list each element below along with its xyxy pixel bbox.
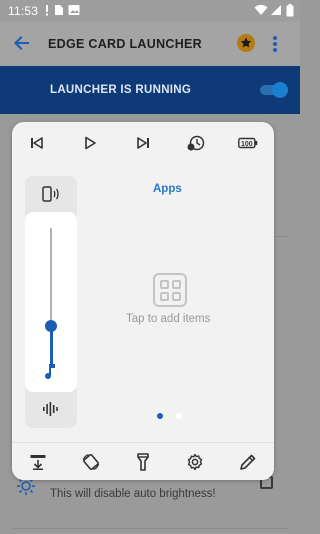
brightness-hint: This will disable auto brightness! — [50, 488, 216, 500]
star-icon — [240, 37, 252, 48]
timer-icon[interactable] — [185, 132, 207, 154]
launcher-running-bar: LAUNCHER IS RUNNING — [0, 66, 300, 114]
media-controls: 100 — [12, 122, 274, 162]
toggle-knob — [272, 82, 288, 98]
play-icon[interactable] — [79, 132, 101, 154]
download-icon[interactable] — [27, 451, 49, 473]
wifi-icon — [254, 4, 268, 19]
divider — [12, 528, 288, 529]
volume-thumb[interactable] — [45, 320, 57, 332]
alert-icon — [42, 4, 52, 19]
more-vert-icon[interactable] — [272, 34, 278, 59]
settings-icon[interactable] — [184, 451, 206, 473]
panel-actions — [12, 442, 274, 480]
sound-wave-icon[interactable] — [42, 402, 60, 421]
battery-100-icon[interactable]: 100 — [237, 132, 259, 154]
apps-title: Apps — [153, 183, 182, 195]
skip-next-icon[interactable] — [132, 132, 154, 154]
status-time: 11:53 — [8, 4, 39, 18]
rate-star-button[interactable] — [237, 34, 255, 52]
volume-slider[interactable] — [25, 212, 77, 392]
music-note-icon — [43, 362, 57, 385]
svg-text:100: 100 — [241, 141, 253, 148]
grid-cell — [160, 292, 169, 301]
page-title: EDGE CARD LAUNCHER — [48, 37, 203, 51]
image-icon — [68, 4, 80, 19]
phone-sound-icon[interactable] — [42, 186, 60, 207]
screen-rotation-icon[interactable] — [80, 451, 102, 473]
launcher-running-label: LAUNCHER IS RUNNING — [50, 84, 192, 96]
volume-panel — [25, 176, 77, 428]
launcher-toggle[interactable] — [258, 82, 288, 98]
back-arrow-icon[interactable] — [12, 33, 32, 58]
grid-cell — [160, 280, 169, 289]
app-bar: EDGE CARD LAUNCHER — [0, 22, 300, 66]
edge-panel: 100 Apps Tap to add items — [12, 122, 274, 480]
edit-icon[interactable] — [237, 451, 259, 473]
add-items-icon[interactable] — [153, 273, 187, 307]
skip-previous-icon[interactable] — [26, 132, 48, 154]
battery-icon — [286, 4, 294, 20]
grid-cell — [172, 280, 181, 289]
grid-cell — [172, 292, 181, 301]
signal-icon — [270, 4, 282, 19]
flashlight-icon[interactable] — [132, 451, 154, 473]
page-indicator-active[interactable] — [157, 413, 163, 419]
page-indicator[interactable] — [176, 413, 182, 419]
status-bar: 11:53 — [0, 0, 300, 22]
file-icon — [54, 4, 64, 19]
add-items-text[interactable]: Tap to add items — [126, 313, 210, 325]
